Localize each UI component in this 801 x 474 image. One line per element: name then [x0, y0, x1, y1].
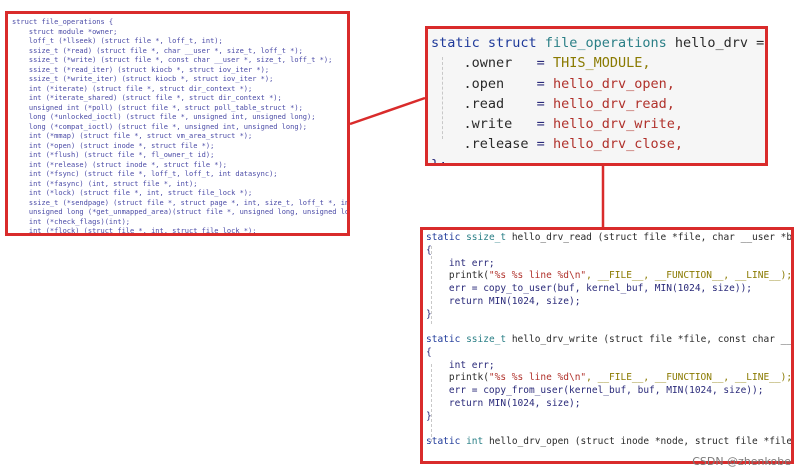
code-line-printk-1: printk("%s %s line %d\n", __FILE__, __FU…	[426, 270, 791, 283]
type-name: ssize_t	[466, 334, 507, 345]
field-value: hello_drv_write,	[552, 116, 683, 133]
code-line-err-decl-1: int err;	[426, 257, 495, 269]
code-line: int (*flock) (struct file *, int, struct…	[12, 227, 257, 235]
initializer-field-release: .release = hello_drv_close,	[463, 136, 683, 153]
indent-guide	[431, 246, 432, 324]
driver-functions-code: static ssize_t hello_drv_read (struct fi…	[426, 232, 791, 449]
watermark: CSDN @zhenkobe	[692, 455, 791, 468]
code-line: ssize_t (*read_iter) (struct kiocb *, st…	[12, 65, 270, 74]
struct-declaration-code: struct file_operations { struct module *…	[12, 18, 350, 235]
code-line-brace-open-1: {	[426, 244, 432, 256]
code-line-copy-to-user: err = copy_to_user(buf, kernel_buf, MIN(…	[426, 283, 753, 294]
code-line-write-sig: static ssize_t hello_drv_write (struct f…	[426, 334, 791, 347]
code-line-brace-close-1: }	[426, 308, 432, 320]
file-operations-struct-box: struct file_operations { struct module *…	[5, 11, 350, 236]
code-line: int (*check_flags)(int);	[12, 217, 131, 226]
code-line: int (*fsync) (struct file *, loff_t, lof…	[12, 170, 278, 178]
code-line-open-sig: static int hello_drv_open (struct inode …	[426, 436, 791, 449]
initializer-field-owner: .owner = THIS_MODULE,	[463, 55, 651, 72]
code-line: int (*mmap) (struct file *, struct vm_ar…	[12, 132, 253, 140]
type-name: int	[466, 436, 484, 447]
header-name: hello_drv = {	[674, 35, 765, 51]
code-line: unsigned long (*get_unmapped_area)(struc…	[28, 208, 350, 216]
code-line-err-decl-2: int err;	[426, 359, 495, 371]
hello-drv-initializer-box: static struct file_operations hello_drv …	[425, 26, 768, 166]
field-value: hello_drv_open,	[552, 75, 675, 92]
field-name: .owner	[463, 55, 513, 72]
format-string: "%s %s line %d\n"	[488, 270, 587, 282]
code-line: int (*open) (struct inode *, struct file…	[12, 141, 215, 150]
code-line: unsigned int (*poll) (struct file *, str…	[12, 103, 303, 112]
initializer-fields: .owner = THIS_MODULE, .open = hello_drv_…	[431, 53, 765, 154]
signature-rest: hello_drv_read (struct file *file, char …	[506, 232, 794, 243]
code-line-brace-close-2: }	[426, 410, 432, 422]
code-line: ssize_t (*read) (struct file *, char __u…	[12, 46, 303, 55]
indent-guide	[442, 57, 443, 139]
code-line: int (*lock) (struct file *, int, struct …	[12, 189, 253, 197]
initializer-header: static struct file_operations hello_drv …	[431, 33, 765, 53]
driver-functions-box: static ssize_t hello_drv_read (struct fi…	[420, 227, 794, 464]
initializer-field-read: .read = hello_drv_read,	[463, 95, 675, 112]
code-line: long (*unlocked_ioctl) (struct file *, u…	[12, 113, 316, 121]
call-prefix: printk(	[426, 270, 489, 282]
macro-args: , __FILE__, __FUNCTION__, __LINE__);	[586, 372, 793, 384]
call-prefix: printk(	[426, 372, 489, 384]
type-name: ssize_t	[466, 232, 507, 243]
code-line: long (*compat_ioctl) (struct file *, uns…	[12, 122, 308, 131]
code-line: struct module *owner;	[12, 27, 118, 36]
header-keyword: static struct	[431, 35, 537, 51]
code-line: int (*release) (struct inode *, struct f…	[12, 160, 227, 169]
code-line: struct file_operations {	[12, 18, 114, 26]
code-line-copy-from-user: err = copy_from_user(kernel_buf, buf, MI…	[426, 385, 764, 396]
code-line: ssize_t (*write_iter) (struct kiocb *, s…	[12, 75, 274, 83]
code-line-read-sig: static ssize_t hello_drv_read (struct fi…	[426, 232, 791, 245]
field-name: .release	[463, 136, 529, 153]
code-line: int (*flush) (struct file *, fl_owner_t …	[12, 151, 215, 159]
code-line: int (*iterate) (struct file *, struct di…	[12, 84, 253, 93]
initializer-closing: };	[431, 156, 448, 166]
code-line-blank-2	[426, 423, 791, 436]
indent-guide	[431, 364, 432, 442]
code-line-printk-2: printk("%s %s line %d\n", __FILE__, __FU…	[426, 372, 791, 385]
code-line-brace-open-2: {	[426, 346, 432, 358]
field-name: .read	[463, 95, 505, 112]
field-value: THIS_MODULE,	[552, 55, 651, 72]
code-line: ssize_t (*write) (struct file *, const c…	[12, 56, 333, 64]
keyword: static	[426, 232, 461, 243]
code-line-return-2: return MIN(1024, size);	[426, 397, 581, 409]
keyword: static	[426, 334, 461, 345]
field-value: hello_drv_close,	[552, 136, 683, 153]
format-string: "%s %s line %d\n"	[488, 372, 587, 384]
field-name: .open	[463, 75, 505, 92]
code-line-return-1: return MIN(1024, size);	[426, 295, 581, 307]
initializer-field-write: .write = hello_drv_write,	[463, 116, 683, 133]
field-value: hello_drv_read,	[552, 95, 675, 112]
signature-rest: hello_drv_write (struct file *file, cons…	[506, 334, 794, 345]
field-name: .write	[463, 116, 513, 133]
code-line: int (*iterate_shared) (struct file *, st…	[12, 94, 282, 102]
header-type: file_operations	[544, 35, 667, 51]
signature-rest: hello_drv_open (struct inode *node, stru…	[483, 436, 794, 447]
macro-args: , __FILE__, __FUNCTION__, __LINE__);	[586, 270, 793, 282]
initializer-field-open: .open = hello_drv_open,	[463, 75, 675, 92]
code-line: int (*fasync) (int, struct file *, int);	[12, 179, 198, 188]
code-line: ssize_t (*sendpage) (struct file *, stru…	[12, 198, 350, 207]
code-line: loff_t (*llseek) (struct file *, loff_t,…	[12, 37, 223, 45]
code-line-blank-1	[426, 321, 791, 334]
connector-left-to-top	[349, 96, 426, 126]
